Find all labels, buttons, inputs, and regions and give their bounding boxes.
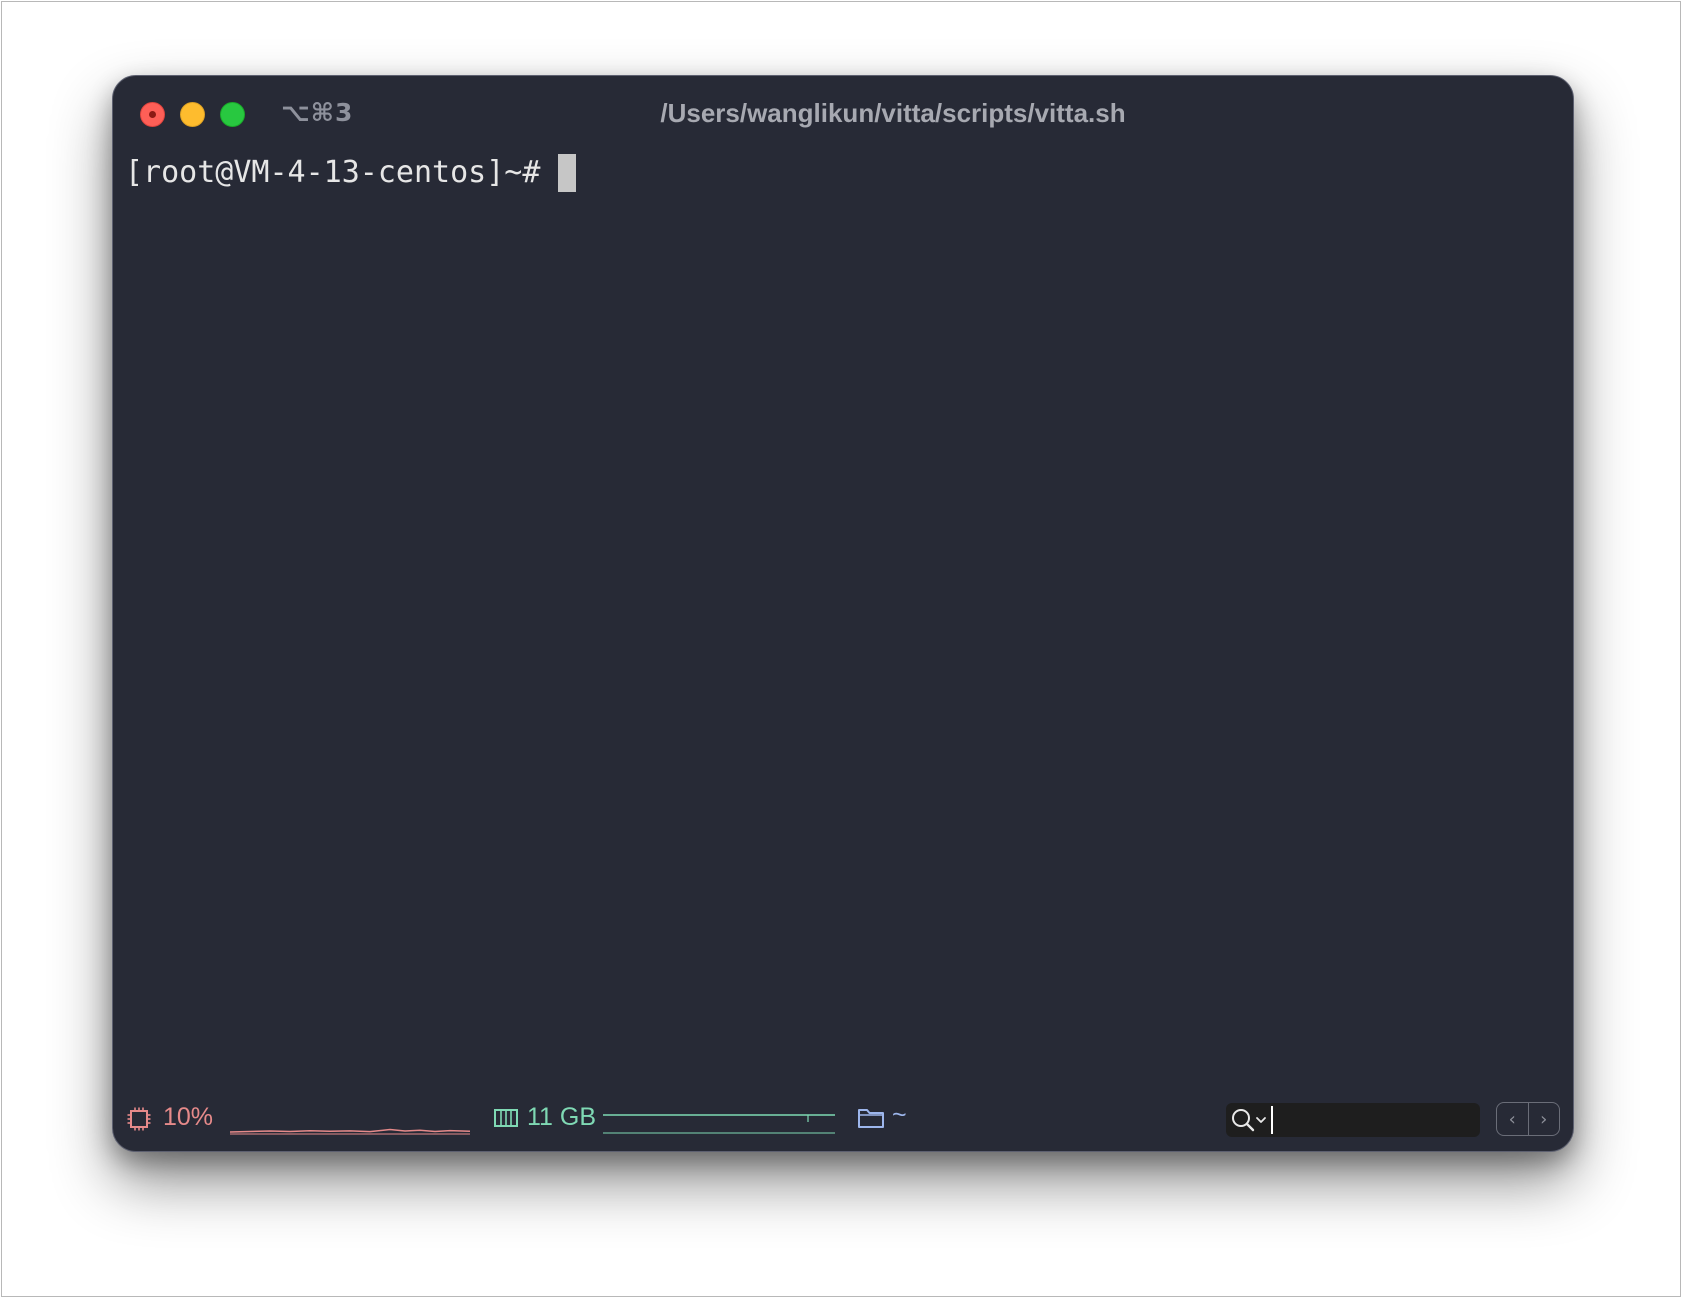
text-cursor [558, 154, 577, 192]
memory-icon [494, 1109, 518, 1127]
terminal-window: ⌥⌘3 /Users/wanglikun/vitta/scripts/vitta… [112, 75, 1574, 1152]
folder-icon [858, 1109, 884, 1128]
close-button[interactable] [140, 102, 165, 127]
cpu-usage-graph [230, 1128, 470, 1135]
search-navigation: ‹ › [1496, 1102, 1560, 1136]
zoom-button[interactable] [220, 102, 245, 127]
search-caret [1271, 1106, 1273, 1134]
search-field[interactable] [1226, 1103, 1480, 1137]
current-directory: ~ [892, 1101, 907, 1129]
memory-usage-graph [603, 1114, 835, 1134]
window-title: /Users/wanglikun/vitta/scripts/vitta.sh [660, 98, 1126, 128]
title-bar[interactable]: ⌥⌘3 /Users/wanglikun/vitta/scripts/vitta… [113, 76, 1573, 152]
shell-prompt: [root@VM-4-13-centos]~# [125, 155, 541, 190]
window-shortcut: ⌥⌘3 [281, 98, 354, 127]
memory-usage-value: 11 GB [527, 1103, 597, 1131]
cpu-icon [127, 1107, 151, 1131]
search-icon[interactable] [1230, 1107, 1272, 1133]
minimize-button[interactable] [180, 102, 205, 127]
cpu-usage-value: 10% [163, 1103, 214, 1131]
prompt-line: [root@VM-4-13-centos]~# [125, 154, 1561, 192]
status-bar: 10% 11 GB ~ ‹ › [113, 1095, 1573, 1151]
terminal-output[interactable]: [root@VM-4-13-centos]~# [125, 154, 1561, 1081]
previous-match-button[interactable]: ‹ [1497, 1103, 1529, 1135]
next-match-button[interactable]: › [1529, 1103, 1560, 1135]
